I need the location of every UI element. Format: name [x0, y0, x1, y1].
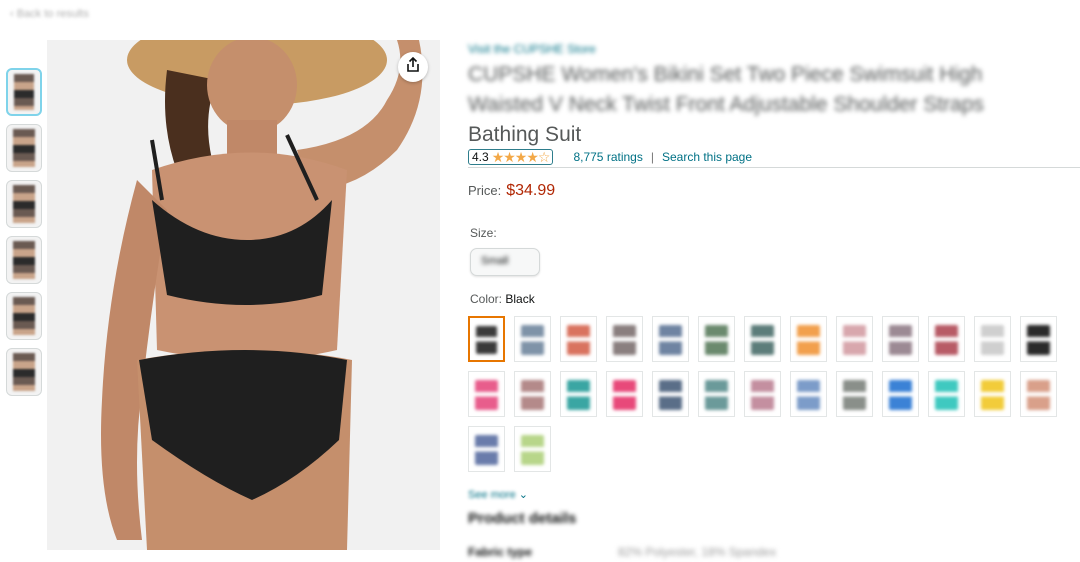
- size-label: Size:: [470, 226, 497, 240]
- color-swatch[interactable]: [468, 316, 505, 362]
- color-swatch[interactable]: [1020, 316, 1057, 362]
- color-swatch[interactable]: [560, 316, 597, 362]
- price-label: Price:: [468, 183, 502, 198]
- chevron-down-icon: ⌄: [518, 489, 528, 501]
- thumbnail-5[interactable]: [6, 292, 42, 340]
- swatch-garment-image: [889, 325, 912, 355]
- see-more-link[interactable]: See more ⌄: [468, 488, 528, 501]
- color-swatch[interactable]: [514, 426, 551, 472]
- color-swatch[interactable]: [744, 371, 781, 417]
- share-icon: [405, 56, 421, 78]
- swatch-garment-image: [1027, 325, 1050, 355]
- swatch-garment-image: [475, 380, 498, 410]
- fabric-label: Fabric type: [468, 545, 533, 559]
- color-swatch[interactable]: [698, 371, 735, 417]
- product-photo-illustration: [47, 40, 440, 550]
- color-swatch[interactable]: [606, 316, 643, 362]
- color-swatch[interactable]: [790, 371, 827, 417]
- color-selected-value: Black: [505, 292, 535, 306]
- swatch-garment-image: [613, 325, 636, 355]
- color-swatch[interactable]: [698, 316, 735, 362]
- swatch-garment-image: [659, 325, 682, 355]
- swatch-garment-image: [935, 325, 958, 355]
- star-rating-icon: ★★★★☆: [491, 149, 551, 165]
- back-to-results-link[interactable]: ‹ Back to results: [10, 8, 89, 20]
- swatch-garment-image: [843, 380, 866, 410]
- color-swatch[interactable]: [468, 371, 505, 417]
- color-swatch[interactable]: [514, 316, 551, 362]
- swatch-garment-image: [659, 380, 682, 410]
- fabric-value: 82% Polyester, 18% Spandex: [618, 545, 777, 559]
- color-swatch[interactable]: [606, 371, 643, 417]
- search-this-page-link[interactable]: Search this page: [662, 150, 752, 164]
- product-main-image[interactable]: [47, 40, 440, 550]
- fabric-row: Fabric type 82% Polyester, 18% Spandex: [468, 545, 776, 559]
- color-swatch[interactable]: [882, 371, 919, 417]
- color-swatch[interactable]: [560, 371, 597, 417]
- thumbnail-4[interactable]: [6, 236, 42, 284]
- see-more-text: See more: [468, 489, 516, 501]
- rating-stars-button[interactable]: 4.3 ★★★★☆: [468, 149, 554, 165]
- color-swatch[interactable]: [790, 316, 827, 362]
- color-swatch[interactable]: [928, 316, 965, 362]
- swatch-garment-image: [521, 435, 544, 465]
- color-swatch[interactable]: [652, 316, 689, 362]
- share-button[interactable]: [398, 52, 428, 82]
- color-swatch[interactable]: [974, 316, 1011, 362]
- swatch-garment-image: [476, 326, 497, 354]
- swatch-garment-image: [521, 380, 544, 410]
- thumbnail-3[interactable]: [6, 180, 42, 228]
- thumbnail-2[interactable]: [6, 124, 42, 172]
- swatch-garment-image: [475, 435, 498, 465]
- thumbnail-1[interactable]: [6, 68, 42, 116]
- swatch-garment-image: [705, 380, 728, 410]
- color-swatch[interactable]: [836, 371, 873, 417]
- thumbnail-strip: [6, 68, 46, 404]
- size-select-button[interactable]: Small: [470, 248, 540, 276]
- swatch-garment-image: [797, 380, 820, 410]
- swatch-garment-image: [705, 325, 728, 355]
- rating-row: 4.3 ★★★★☆ 8,775 ratings | Search this pa…: [468, 149, 752, 165]
- swatch-garment-image: [843, 325, 866, 355]
- divider: [468, 167, 1080, 168]
- separator: |: [650, 150, 654, 164]
- swatch-garment-image: [567, 325, 590, 355]
- color-swatch[interactable]: [468, 426, 505, 472]
- rating-value: 4.3: [472, 150, 489, 164]
- product-title: CUPSHE Women's Bikini Set Two Piece Swim…: [468, 60, 1038, 150]
- size-selected-value: Small: [481, 255, 509, 267]
- thumbnail-6[interactable]: [6, 348, 42, 396]
- swatch-garment-image: [1027, 380, 1050, 410]
- swatch-garment-image: [521, 325, 544, 355]
- title-line-2: Waisted V Neck Twist Front Adjustable Sh…: [468, 93, 984, 116]
- swatch-garment-image: [613, 380, 636, 410]
- swatch-garment-image: [981, 325, 1004, 355]
- swatch-garment-image: [889, 380, 912, 410]
- swatch-garment-image: [751, 380, 774, 410]
- price-value: $34.99: [506, 182, 556, 199]
- store-link[interactable]: Visit the CUPSHE Store: [468, 42, 596, 56]
- swatch-garment-image: [797, 325, 820, 355]
- color-swatch[interactable]: [744, 316, 781, 362]
- swatch-garment-image: [567, 380, 590, 410]
- color-swatch[interactable]: [928, 371, 965, 417]
- product-details-heading: Product details: [468, 510, 577, 527]
- color-swatch[interactable]: [882, 316, 919, 362]
- swatch-garment-image: [981, 380, 1004, 410]
- color-swatch[interactable]: [974, 371, 1011, 417]
- swatch-garment-image: [935, 380, 958, 410]
- title-line-1: CUPSHE Women's Bikini Set Two Piece Swim…: [468, 63, 983, 86]
- color-swatch[interactable]: [836, 316, 873, 362]
- ratings-count-link[interactable]: 8,775 ratings: [573, 150, 642, 164]
- swatch-garment-image: [751, 325, 774, 355]
- price-row: Price: $34.99: [468, 182, 555, 200]
- color-label-text: Color:: [470, 292, 503, 306]
- color-swatch[interactable]: [652, 371, 689, 417]
- color-label: Color: Black: [470, 292, 535, 306]
- title-line-3: Bathing Suit: [468, 123, 582, 146]
- color-swatch[interactable]: [1020, 371, 1057, 417]
- color-swatch[interactable]: [514, 371, 551, 417]
